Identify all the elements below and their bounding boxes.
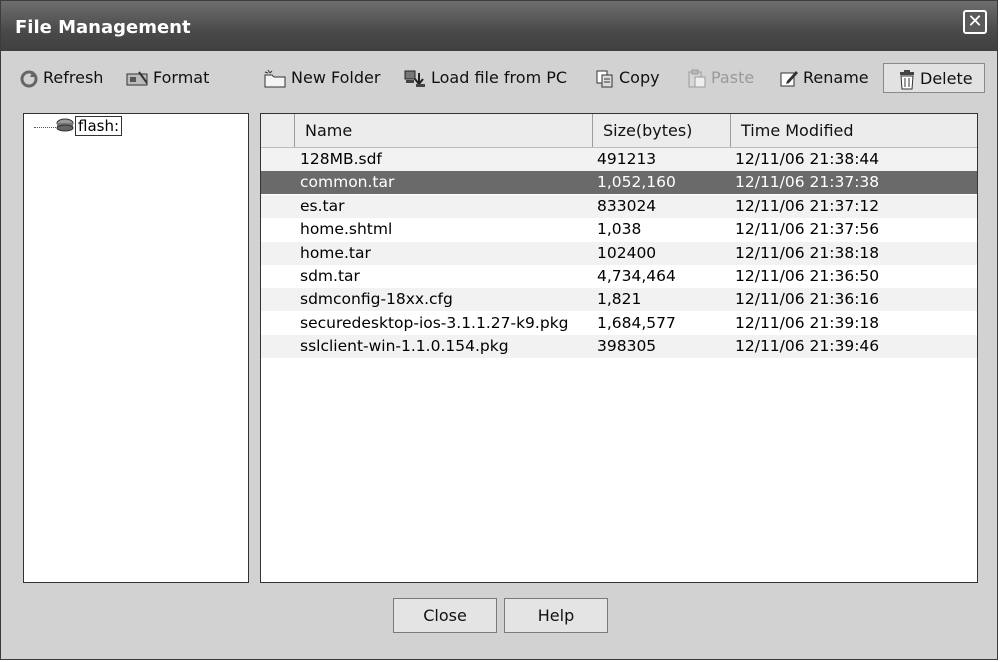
cell-size: 4,734,464 <box>597 267 676 285</box>
folder-tree: flash: <box>23 113 249 583</box>
toolbar: Refresh Format New Folder Load file from… <box>1 51 997 105</box>
cell-time: 12/11/06 21:39:46 <box>735 337 880 356</box>
flash-device-icon <box>56 118 74 132</box>
column-header-size[interactable]: Size(bytes) <box>592 114 730 147</box>
cell-size: 1,052,160 <box>597 173 676 192</box>
help-button[interactable]: Help <box>504 598 608 633</box>
format-icon <box>126 70 148 85</box>
cell-size: 1,821 <box>597 290 642 309</box>
table-row[interactable]: 128MB.sdf 491213 12/11/06 21:38:44 <box>261 148 977 171</box>
cell-name: securedesktop-ios-3.1.1.27-k9.pkg <box>300 313 569 332</box>
column-header-name[interactable]: Name <box>294 114 592 147</box>
rename-button[interactable]: Rename <box>779 63 869 93</box>
title-bar: File Management ✕ <box>1 1 997 51</box>
cell-name: sslclient-win-1.1.0.154.pkg <box>300 337 509 356</box>
cell-size: 398305 <box>597 337 657 356</box>
table-row[interactable]: securedesktop-ios-3.1.1.27-k9.pkg 1,684,5… <box>261 312 977 335</box>
cell-name: home.shtml <box>300 220 393 239</box>
copy-button[interactable]: Copy <box>595 63 660 93</box>
close-window-button[interactable]: ✕ <box>963 10 987 34</box>
table-row[interactable]: home.shtml 1,038 12/11/06 21:37:56 <box>261 218 977 241</box>
paste-button[interactable]: Paste <box>687 63 754 93</box>
new-folder-button[interactable]: New Folder <box>263 63 380 93</box>
load-file-button[interactable]: Load file from PC <box>403 63 567 93</box>
cell-size: 1,038 <box>597 220 642 239</box>
column-header-time[interactable]: Time Modified <box>730 114 977 147</box>
cell-time: 12/11/06 21:38:44 <box>735 150 880 168</box>
table-row[interactable]: sslclient-win-1.1.0.154.pkg 398305 12/11/0… <box>261 335 977 359</box>
cell-name: es.tar <box>300 196 345 215</box>
cell-name: common.tar <box>300 173 395 192</box>
table-row[interactable]: sdmconfig-18xx.cfg 1,821 12/11/06 21:36:16 <box>261 288 977 312</box>
tree-connector <box>34 127 56 128</box>
cell-time: 12/11/06 21:37:56 <box>735 220 880 239</box>
cell-name: sdmconfig-18xx.cfg <box>300 290 453 309</box>
close-icon: ✕ <box>967 11 983 32</box>
close-button[interactable]: Close <box>393 598 497 633</box>
tree-node-flash[interactable]: flash: <box>75 116 123 136</box>
cell-time: 12/11/06 21:36:50 <box>735 267 880 285</box>
paste-icon <box>688 69 706 87</box>
table-row[interactable]: common.tar 1,052,160 12/11/06 21:37:38 <box>261 171 977 195</box>
table-row[interactable]: sdm.tar 4,734,464 12/11/06 21:36:50 <box>261 265 977 288</box>
refresh-button[interactable]: Refresh <box>19 63 103 93</box>
cell-size: 833024 <box>597 196 657 215</box>
cell-size: 491213 <box>597 150 657 168</box>
cell-size: 102400 <box>597 243 657 262</box>
rename-icon <box>780 70 798 86</box>
new-folder-icon <box>264 69 286 87</box>
cell-name: home.tar <box>300 243 371 262</box>
load-file-icon <box>404 70 425 87</box>
refresh-icon <box>20 70 38 87</box>
delete-button[interactable]: Delete <box>883 63 985 93</box>
copy-icon <box>596 70 613 87</box>
cell-time: 12/11/06 21:39:18 <box>735 313 880 332</box>
cell-time: 12/11/06 21:36:16 <box>735 290 880 309</box>
table-row[interactable]: home.tar 102400 12/11/06 21:38:18 <box>261 241 977 265</box>
cell-time: 12/11/06 21:37:12 <box>735 196 880 215</box>
format-button[interactable]: Format <box>125 63 209 93</box>
delete-icon <box>900 69 914 89</box>
window-title: File Management <box>15 17 191 38</box>
table-row[interactable]: es.tar 833024 12/11/06 21:37:12 <box>261 194 977 218</box>
cell-size: 1,684,577 <box>597 313 676 332</box>
cell-name: sdm.tar <box>300 267 360 285</box>
cell-time: 12/11/06 21:37:38 <box>735 173 880 192</box>
file-management-window: File Management ✕ Refresh Format New Fol… <box>0 0 998 660</box>
cell-name: 128MB.sdf <box>300 150 382 168</box>
cell-time: 12/11/06 21:38:18 <box>735 243 880 262</box>
file-list: Name Size(bytes) Time Modified 128MB.sdf… <box>260 113 978 583</box>
file-list-header: Name Size(bytes) Time Modified <box>261 114 977 148</box>
